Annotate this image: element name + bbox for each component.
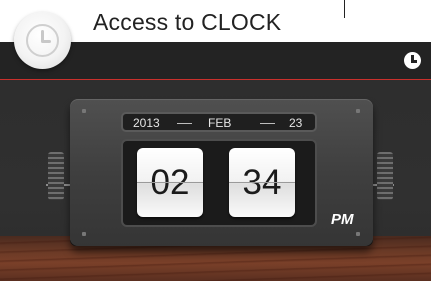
clock-hand-minute — [411, 60, 417, 63]
date-year: 2013 — [133, 116, 160, 130]
screw-icon — [82, 109, 86, 113]
date-month: FEB — [208, 116, 232, 130]
callout-label: Access to CLOCK — [93, 9, 282, 35]
screw-icon — [82, 232, 86, 236]
date-display: 2013 FEB 23 — [121, 112, 317, 132]
date-separator — [260, 123, 275, 124]
clock-icon[interactable] — [14, 12, 71, 69]
screw-icon — [356, 232, 360, 236]
clock-icon[interactable] — [404, 52, 421, 69]
date-separator — [177, 123, 192, 124]
meridiem-label: PM — [331, 211, 354, 228]
hour-card: 02 — [137, 148, 203, 217]
app-icon-hand-minute — [41, 40, 51, 43]
screw-icon — [356, 109, 360, 113]
callout-pointer — [344, 0, 345, 18]
card-divider — [137, 182, 203, 183]
left-knob — [48, 152, 64, 200]
card-divider — [229, 182, 295, 183]
minute-card: 34 — [229, 148, 295, 217]
date-day: 23 — [289, 116, 303, 130]
right-knob — [377, 152, 393, 200]
